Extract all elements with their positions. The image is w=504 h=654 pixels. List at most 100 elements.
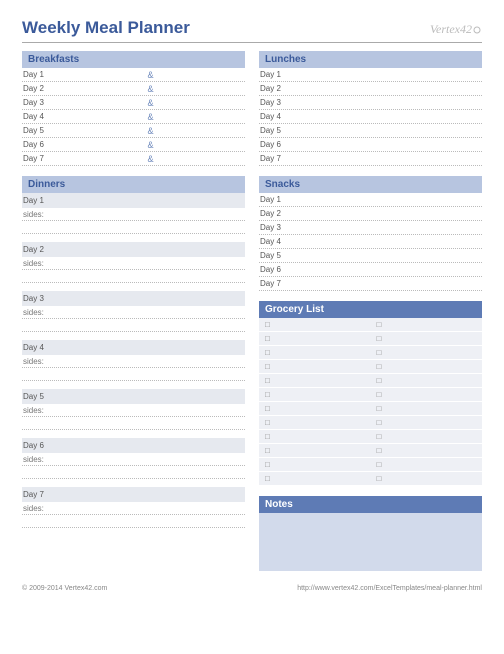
dinner-sides-row (22, 515, 245, 528)
page-title: Weekly Meal Planner (22, 18, 190, 38)
grocery-row: □□ (259, 430, 482, 444)
amp-icon: & (145, 126, 157, 136)
main-columns: Breakfasts Day 1& Day 2& Day 3& Day 4& D… (22, 51, 482, 571)
snack-row: Day 5 (259, 249, 482, 263)
breakfast-row: Day 5& (22, 124, 245, 138)
breakfasts-list: Day 1& Day 2& Day 3& Day 4& Day 5& Day 6… (22, 68, 245, 166)
grocery-row: □□ (259, 374, 482, 388)
grocery-cell: □ (371, 318, 483, 331)
grocery-cell: □ (259, 360, 371, 373)
dinner-day-row: Day 5 (22, 389, 245, 404)
amp-icon: & (145, 154, 157, 164)
grocery-cell: □ (259, 444, 371, 457)
grocery-row: □□ (259, 388, 482, 402)
breakfast-row: Day 3& (22, 96, 245, 110)
grocery-row: □□ (259, 472, 482, 486)
amp-icon: & (145, 112, 157, 122)
copyright-text: © 2009-2014 Vertex42.com (22, 585, 107, 592)
dinner-sides-row: sides: (22, 257, 245, 270)
grocery-row: □□ (259, 318, 482, 332)
lunch-row: Day 3 (259, 96, 482, 110)
brand-logo: Vertex42 (430, 22, 482, 37)
dinner-sides-row (22, 417, 245, 430)
dinner-sides-row (22, 270, 245, 283)
grocery-list: □□□□□□□□□□□□□□□□□□□□□□□□ (259, 318, 482, 486)
grocery-cell: □ (371, 360, 483, 373)
dinners-header: Dinners (22, 176, 245, 193)
grocery-row: □□ (259, 458, 482, 472)
snack-row: Day 2 (259, 207, 482, 221)
grocery-row: □□ (259, 332, 482, 346)
notes-body (259, 513, 482, 571)
breakfasts-header: Breakfasts (22, 51, 245, 68)
lunch-row: Day 4 (259, 110, 482, 124)
grocery-cell: □ (371, 444, 483, 457)
grocery-cell: □ (259, 472, 371, 485)
grocery-cell: □ (371, 402, 483, 415)
dinner-sides-row: sides: (22, 502, 245, 515)
lunches-list: Day 1 Day 2 Day 3 Day 4 Day 5 Day 6 Day … (259, 68, 482, 166)
footer-url: http://www.vertex42.com/ExcelTemplates/m… (297, 585, 482, 592)
grocery-cell: □ (259, 458, 371, 471)
snack-row: Day 4 (259, 235, 482, 249)
dinner-day-row: Day 4 (22, 340, 245, 355)
grocery-cell: □ (371, 472, 483, 485)
grocery-cell: □ (371, 430, 483, 443)
dinner-sides-row: sides: (22, 355, 245, 368)
dinner-sides-row (22, 368, 245, 381)
amp-icon: & (145, 84, 157, 94)
grocery-cell: □ (371, 346, 483, 359)
grocery-cell: □ (259, 402, 371, 415)
dinner-sides-row: sides: (22, 404, 245, 417)
breakfast-row: Day 6& (22, 138, 245, 152)
dinner-day-row: Day 6 (22, 438, 245, 453)
right-column: Lunches Day 1 Day 2 Day 3 Day 4 Day 5 Da… (259, 51, 482, 571)
grocery-cell: □ (371, 332, 483, 345)
grocery-row: □□ (259, 444, 482, 458)
grocery-cell: □ (371, 458, 483, 471)
snack-row: Day 7 (259, 277, 482, 291)
dinner-sides-row: sides: (22, 306, 245, 319)
amp-icon: & (145, 140, 157, 150)
snacks-list: Day 1 Day 2 Day 3 Day 4 Day 5 Day 6 Day … (259, 193, 482, 291)
grocery-cell: □ (371, 374, 483, 387)
grocery-row: □□ (259, 402, 482, 416)
breakfast-row: Day 1& (22, 68, 245, 82)
notes-header: Notes (259, 496, 482, 513)
snack-row: Day 3 (259, 221, 482, 235)
grocery-cell: □ (371, 416, 483, 429)
lunch-row: Day 7 (259, 152, 482, 166)
dinner-day-row: Day 1 (22, 193, 245, 208)
lunches-header: Lunches (259, 51, 482, 68)
grocery-cell: □ (259, 318, 371, 331)
dinner-day-row: Day 2 (22, 242, 245, 257)
dinner-sides-row (22, 319, 245, 332)
grocery-cell: □ (259, 374, 371, 387)
dinner-day-row: Day 3 (22, 291, 245, 306)
dinner-sides-row (22, 466, 245, 479)
dinner-sides-row: sides: (22, 453, 245, 466)
breakfast-row: Day 7& (22, 152, 245, 166)
grocery-cell: □ (259, 388, 371, 401)
grocery-header: Grocery List (259, 301, 482, 318)
dinner-day-row: Day 7 (22, 487, 245, 502)
breakfast-row: Day 4& (22, 110, 245, 124)
lunch-row: Day 1 (259, 68, 482, 82)
grocery-cell: □ (259, 346, 371, 359)
grocery-row: □□ (259, 360, 482, 374)
grocery-cell: □ (259, 430, 371, 443)
page-footer: © 2009-2014 Vertex42.com http://www.vert… (22, 585, 482, 592)
amp-icon: & (145, 98, 157, 108)
snacks-header: Snacks (259, 176, 482, 193)
snack-row: Day 6 (259, 263, 482, 277)
page-header: Weekly Meal Planner Vertex42 (22, 18, 482, 43)
grocery-row: □□ (259, 346, 482, 360)
grocery-cell: □ (371, 388, 483, 401)
lunch-row: Day 5 (259, 124, 482, 138)
lunch-row: Day 6 (259, 138, 482, 152)
snack-row: Day 1 (259, 193, 482, 207)
dinner-sides-row: sides: (22, 208, 245, 221)
grocery-cell: □ (259, 416, 371, 429)
left-column: Breakfasts Day 1& Day 2& Day 3& Day 4& D… (22, 51, 245, 571)
breakfast-row: Day 2& (22, 82, 245, 96)
